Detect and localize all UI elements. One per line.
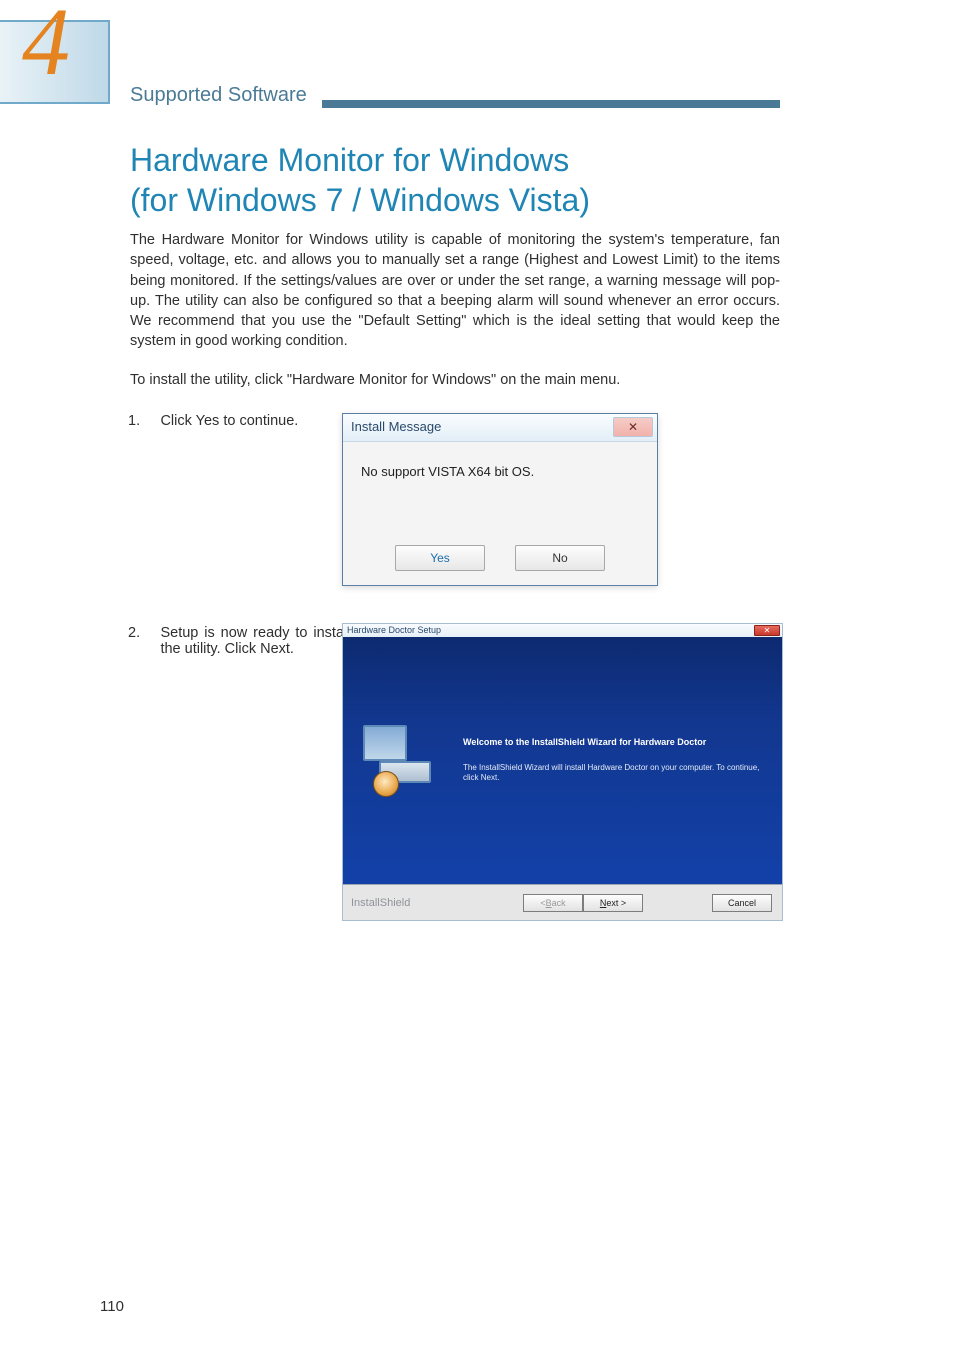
- dialog-title: Hardware Doctor Setup: [347, 625, 441, 635]
- dialog-body: Welcome to the InstallShield Wizard for …: [342, 637, 783, 921]
- step-text: Click Yes to continue.: [160, 413, 350, 429]
- heading-line2: (for Windows 7 / Windows Vista): [130, 182, 590, 218]
- dialog-button-row: Yes No: [343, 545, 657, 571]
- no-button[interactable]: No: [515, 545, 605, 571]
- close-icon: ✕: [628, 420, 638, 434]
- close-icon: ✕: [764, 626, 771, 635]
- install-message-dialog: Install Message ✕ No support VISTA X64 b…: [342, 413, 658, 586]
- chapter-number: 4: [22, 0, 70, 90]
- installshield-brand: InstallShield: [351, 897, 410, 909]
- step-number: 1.: [128, 413, 156, 429]
- hardware-doctor-setup-dialog: Hardware Doctor Setup ✕ Welcome to the I…: [342, 623, 783, 921]
- section-title: Supported Software: [130, 84, 307, 107]
- wizard-welcome-heading: Welcome to the InstallShield Wizard for …: [463, 737, 768, 747]
- heading-line1: Hardware Monitor for Windows: [130, 142, 569, 178]
- section-rule: [322, 100, 780, 106]
- dialog-titlebar: Hardware Doctor Setup ✕: [342, 623, 783, 637]
- wizard-footer: InstallShield < Back Next > Cancel: [343, 884, 782, 920]
- instruction-paragraph: To install the utility, click "Hardware …: [130, 370, 780, 390]
- back-label-post: ack: [552, 898, 566, 908]
- next-button[interactable]: Next >: [583, 894, 643, 912]
- step-number: 2.: [128, 625, 156, 641]
- next-label-post: ext >: [606, 898, 626, 908]
- step-text: Setup is now ready to install the utilit…: [160, 625, 350, 657]
- cancel-button[interactable]: Cancel: [712, 894, 772, 912]
- dialog-message: No support VISTA X64 bit OS.: [343, 442, 657, 479]
- dialog-titlebar: Install Message ✕: [343, 414, 657, 442]
- wizard-subtitle: The InstallShield Wizard will install Ha…: [463, 763, 768, 782]
- dialog-title: Install Message: [351, 419, 441, 434]
- close-button[interactable]: ✕: [613, 417, 653, 437]
- intro-paragraph: The Hardware Monitor for Windows utility…: [130, 230, 780, 352]
- back-button[interactable]: < Back: [523, 894, 583, 912]
- yes-button[interactable]: Yes: [395, 545, 485, 571]
- close-button[interactable]: ✕: [754, 625, 780, 636]
- computer-icon: [363, 725, 435, 797]
- page-number: 110: [100, 1298, 124, 1315]
- page-heading: Hardware Monitor for Windows (for Window…: [130, 140, 590, 220]
